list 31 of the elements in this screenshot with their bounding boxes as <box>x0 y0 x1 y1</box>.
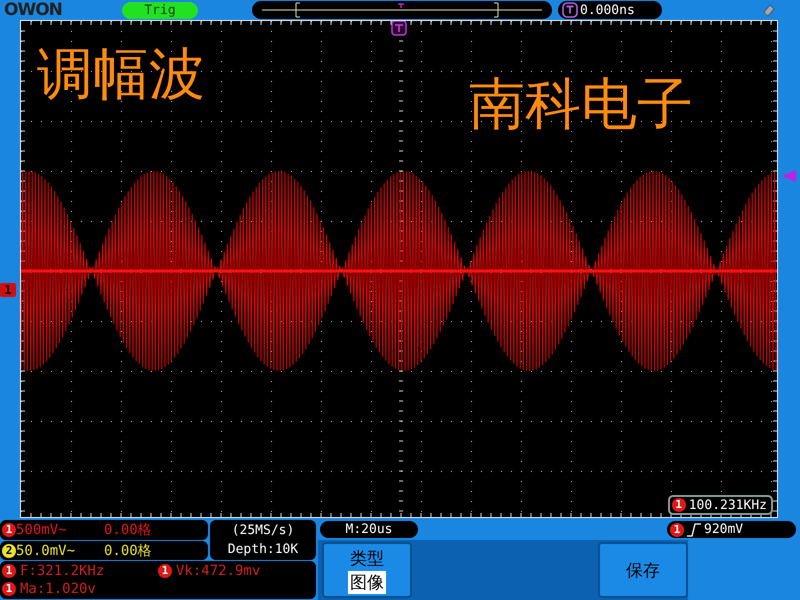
offset-value: 0.00格 <box>104 542 152 560</box>
channel-badge: 1 <box>670 522 684 536</box>
channel-badge: 1 <box>2 582 16 596</box>
type-menu-button[interactable]: 类型 图像 <box>322 542 412 598</box>
rising-edge-icon <box>687 522 701 536</box>
trigger-level-arrow-icon <box>782 170 796 182</box>
channel-badge: 1 <box>672 498 686 512</box>
overlay-title: 调幅波 <box>37 43 205 107</box>
frequency-value: 100.231KHz <box>688 498 767 512</box>
measurement-value: F:321.2KHz <box>20 563 104 579</box>
channel-badge: 1 <box>2 564 16 578</box>
memory-depth: Depth:10K <box>228 541 298 559</box>
measurement-value: Ma:1.020v <box>20 581 96 597</box>
save-menu-button[interactable]: 保存 <box>598 542 688 598</box>
channel-badge: 2 <box>2 544 16 558</box>
timebase-readout: M:20us <box>320 521 418 538</box>
trigger-time: 0.000ns <box>580 2 635 18</box>
sample-rate: (25MS/s) <box>232 522 294 540</box>
brand-logo: OWON <box>4 0 63 20</box>
volts-per-div: 50.0mV~ <box>16 542 76 558</box>
measurement-value: Vk:472.9mv <box>176 563 260 579</box>
channel-badge: 1 <box>158 564 172 578</box>
volts-per-div: 500mV~ <box>16 522 68 538</box>
channel-marker: 1 <box>0 282 16 296</box>
channel-badge: 1 <box>2 523 16 537</box>
trigger-status: Trig <box>122 2 198 18</box>
trigger-icon <box>562 2 578 18</box>
trigger-marker-icon <box>391 21 407 36</box>
trigger-level-value: 920mV <box>704 522 744 537</box>
offset-value: 0.00格 <box>104 521 152 539</box>
overlay-company: 南科电子 <box>469 73 693 137</box>
